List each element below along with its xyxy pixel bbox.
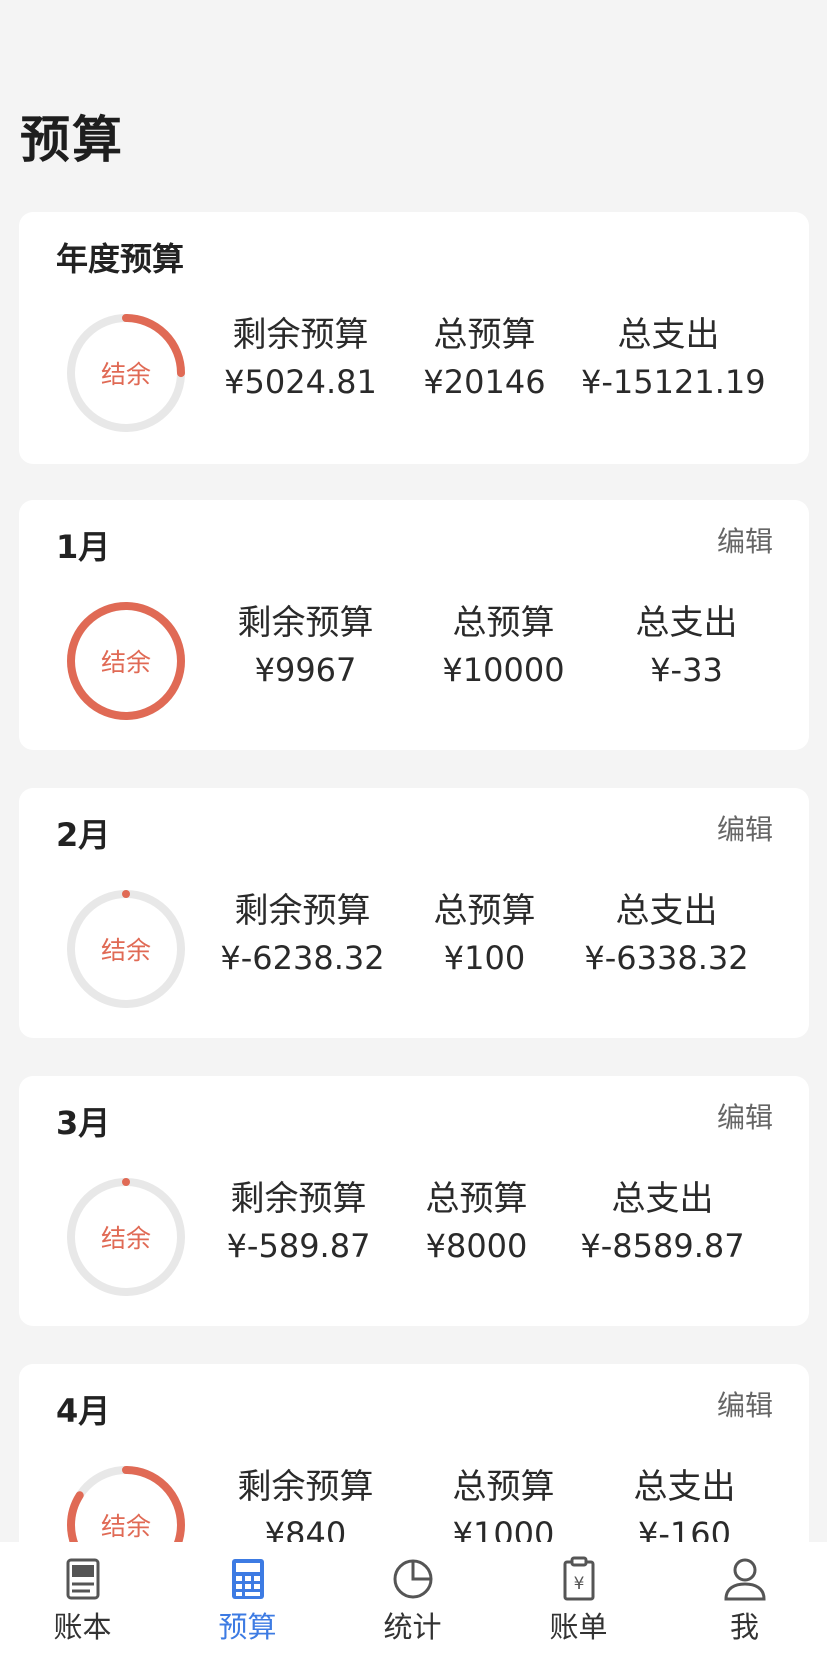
card-title: 年度预算 [56,240,185,278]
stat-label: 总支出 [633,1467,736,1507]
stat-remaining: 剩余预算 ¥-6238.32 [215,888,390,982]
stat-label: 总预算 [425,1179,528,1219]
remaining-ring: 结余 [64,1175,188,1299]
tab-me[interactable]: 我 [662,1542,827,1662]
tab-label: 统计 [383,1610,442,1644]
stat-label: 剩余预算 [237,603,374,643]
stat-remaining: 剩余预算 ¥9967 [218,600,393,694]
stat-value: ¥8000 [425,1227,528,1265]
ring-label: 结余 [100,360,151,389]
stat-value: ¥20146 [423,363,546,401]
stat-spent: 总支出 ¥-33 [599,600,774,694]
calculator-icon [231,1559,264,1599]
pie-chart-icon [393,1559,432,1599]
stat-total: 总预算 ¥20146 [397,312,572,406]
stat-label: 总预算 [452,603,555,643]
budget-card-march[interactable]: 3月 编辑 结余 剩余预算 ¥-589.87 总预算 ¥8000 总支出 ¥-8… [19,1076,809,1326]
stat-remaining: 剩余预算 ¥-589.87 [211,1176,386,1270]
tab-budget[interactable]: 预算 [165,1542,330,1662]
budget-card-annual[interactable]: 年度预算 结余 剩余预算 ¥5024.81 总预算 ¥20146 总支出 ¥-1… [19,212,809,464]
stat-label: 总支出 [635,603,738,643]
bottom-tab-bar: 账本 预算 统计 ¥ 账单 我 [0,1542,827,1662]
edit-button[interactable]: 编辑 [717,1384,773,1424]
stat-value: ¥-33 [650,651,723,689]
stat-label: 剩余预算 [237,1467,374,1507]
stat-label: 总预算 [452,1467,555,1507]
stat-label: 剩余预算 [230,1179,367,1219]
stat-label: 剩余预算 [232,315,369,355]
stat-value: ¥5024.81 [224,363,377,401]
stat-label: 总支出 [617,315,720,355]
edit-button[interactable]: 编辑 [717,520,773,560]
stat-label: 总预算 [433,315,536,355]
remaining-ring: 结余 [64,887,188,1011]
page-title: 预算 [20,111,124,169]
tab-label: 账本 [53,1610,112,1644]
edit-button[interactable]: 编辑 [717,808,773,848]
budget-card-january[interactable]: 1月 编辑 结余 剩余预算 ¥9967 总预算 ¥10000 总支出 ¥-33 [19,500,809,750]
card-title: 1月 [56,528,111,566]
tab-statistics[interactable]: 统计 [330,1542,495,1662]
remaining-ring: 结余 [64,311,188,435]
ring-label: 结余 [100,648,151,677]
stat-total: 总预算 ¥100 [397,888,572,982]
stat-remaining: 剩余预算 ¥5024.81 [213,312,388,406]
bill-icon: ¥ [563,1556,594,1601]
stat-label: 剩余预算 [234,891,371,931]
svg-text:¥: ¥ [573,1574,584,1594]
stat-value: ¥10000 [442,651,565,689]
ledger-icon [66,1558,99,1600]
tab-ledger[interactable]: 账本 [0,1542,165,1662]
stat-total: 总预算 ¥10000 [416,600,591,694]
card-title: 2月 [56,816,111,854]
budget-card-february[interactable]: 2月 编辑 结余 剩余预算 ¥-6238.32 总预算 ¥100 总支出 ¥-6… [19,788,809,1038]
stat-value: ¥-589.87 [226,1227,371,1265]
tab-label: 预算 [218,1610,277,1644]
stat-value: ¥100 [443,939,526,977]
edit-button[interactable]: 编辑 [717,1096,773,1136]
stat-value: ¥9967 [254,651,357,689]
ring-label: 结余 [100,1224,151,1253]
stat-value: ¥-15121.19 [581,363,766,401]
user-icon [723,1558,766,1601]
stat-value: ¥-6338.32 [584,939,749,977]
tab-label: 账单 [549,1610,608,1644]
stat-spent: 总支出 ¥-6338.32 [579,888,754,982]
tab-bills[interactable]: ¥ 账单 [496,1542,661,1662]
card-title: 3月 [56,1104,111,1142]
stat-value: ¥-8589.87 [580,1227,745,1265]
tab-label: 我 [729,1610,759,1644]
ring-label: 结余 [100,936,151,965]
stat-label: 总预算 [433,891,536,931]
stat-value: ¥-6238.32 [220,939,385,977]
stat-spent: 总支出 ¥-15121.19 [581,312,766,406]
stat-spent: 总支出 ¥-8589.87 [575,1176,750,1270]
stat-total: 总预算 ¥8000 [389,1176,564,1270]
remaining-ring: 结余 [64,599,188,723]
stat-label: 总支出 [615,891,718,931]
stat-label: 总支出 [611,1179,714,1219]
card-title: 4月 [56,1392,111,1430]
